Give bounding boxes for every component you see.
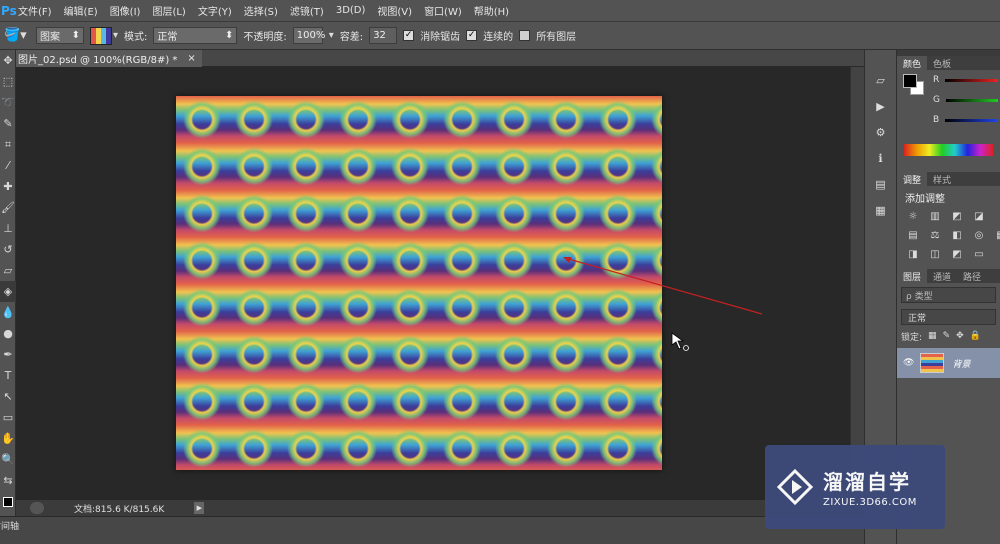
document-size: 文档:815.6 K/815.6K xyxy=(74,504,165,515)
green-channel-label: G xyxy=(933,95,940,105)
tab-styles[interactable]: 样式 xyxy=(927,172,957,186)
history-panel-icon[interactable]: ⏥ xyxy=(870,70,892,90)
levels-icon[interactable]: ▥ xyxy=(925,209,945,223)
adjustments-panel-tabs: 调整 样式 xyxy=(897,172,1000,186)
watermark-title: 溜溜自学 xyxy=(823,470,911,494)
lock-transparent-icon[interactable]: ▦ xyxy=(928,331,937,341)
paragraph-panel-icon[interactable]: ▦ xyxy=(870,200,892,220)
actions-play-icon[interactable]: ▶ xyxy=(870,96,892,116)
timeline-strip: 时间轴 xyxy=(0,516,864,544)
status-bar: 文档:815.6 K/815.6K ▶ xyxy=(16,500,864,516)
blue-channel-label: B xyxy=(933,115,940,125)
watermark-logo: 溜溜自学 ZIXUE.3D66.COM xyxy=(765,445,945,529)
layer-blend-mode-value: 正常 xyxy=(908,313,927,324)
adjustments-title: 添加调整 xyxy=(905,194,945,205)
layers-panel-tabs: 图层 通道 路径 xyxy=(897,269,1000,283)
brightness-icon[interactable]: ☼ xyxy=(903,209,923,223)
color-panel: R G B xyxy=(897,70,1000,136)
layer-blend-mode-select[interactable]: 正常 xyxy=(901,309,996,325)
annotation-arrow xyxy=(564,257,763,315)
lock-image-icon[interactable]: ✎ xyxy=(943,331,951,341)
foreground-background-swatches[interactable] xyxy=(903,74,925,96)
tab-paths[interactable]: 路径 xyxy=(957,269,987,283)
vertical-scrollbar[interactable] xyxy=(850,67,864,500)
layer-filter-value: ρ 类型 xyxy=(906,291,933,302)
status-menu-icon[interactable] xyxy=(30,502,44,514)
lock-position-icon[interactable]: ✥ xyxy=(956,331,964,341)
timeline-label[interactable]: 时间轴 xyxy=(0,519,19,532)
layer-name[interactable]: 背景 xyxy=(952,357,970,370)
lock-row: 锁定: ▦ ✎ ✥ 🔒 xyxy=(897,327,1000,345)
status-arrow-icon[interactable]: ▶ xyxy=(194,502,205,514)
lock-label: 锁定: xyxy=(901,332,923,343)
black-white-icon[interactable]: ◧ xyxy=(947,228,967,242)
color-panel-tabs: 颜色 色板 xyxy=(897,56,1000,70)
curves-icon[interactable]: ◩ xyxy=(947,209,967,223)
watermark-subtitle: ZIXUE.3D66.COM xyxy=(823,497,917,508)
blue-slider[interactable] xyxy=(945,118,998,122)
posterize-icon[interactable]: ◫ xyxy=(925,247,945,261)
adjustment-icons-grid: ☼ ▥ ◩ ◪ ▤ ⚖ ◧ ◎ ▦ ◨ ◫ ◩ ▭ xyxy=(897,205,1000,261)
character-panel-icon[interactable]: ▤ xyxy=(870,174,892,194)
tab-adjustments[interactable]: 调整 xyxy=(897,172,928,186)
red-channel-label: R xyxy=(933,75,940,85)
tab-swatches[interactable]: 色板 xyxy=(927,56,957,70)
eye-icon[interactable]: 👁 xyxy=(903,358,914,368)
gradient-map-icon[interactable]: ▭ xyxy=(969,247,989,261)
color-balance-icon[interactable]: ⚖ xyxy=(925,228,945,242)
color-spectrum-bar[interactable] xyxy=(904,144,993,156)
invert-icon[interactable]: ◨ xyxy=(903,247,923,261)
play-logo-icon xyxy=(776,468,814,506)
green-slider[interactable] xyxy=(945,98,998,102)
exposure-icon[interactable]: ◪ xyxy=(969,209,989,223)
layer-row-background[interactable]: 👁 背景 xyxy=(897,348,1000,378)
properties-panel-icon[interactable]: ⚙ xyxy=(870,122,892,142)
tab-layers[interactable]: 图层 xyxy=(897,269,928,283)
tab-color[interactable]: 颜色 xyxy=(897,56,928,70)
tab-channels[interactable]: 通道 xyxy=(927,269,957,283)
paint-bucket-cursor-icon xyxy=(671,332,689,351)
red-slider[interactable] xyxy=(945,78,998,82)
layer-filter-select[interactable]: ρ 类型 xyxy=(901,287,996,303)
photo-filter-icon[interactable]: ◎ xyxy=(969,228,989,242)
blue-channel-row: B xyxy=(897,110,1000,130)
foreground-color-swatch[interactable] xyxy=(903,74,917,88)
vibrance-icon[interactable]: ▤ xyxy=(903,228,923,242)
lock-all-icon[interactable]: 🔒 xyxy=(970,331,981,341)
layer-thumbnail xyxy=(920,353,945,373)
channel-mixer-icon[interactable]: ▦ xyxy=(991,228,1000,242)
info-panel-icon[interactable]: ℹ xyxy=(870,148,892,168)
threshold-icon[interactable]: ◩ xyxy=(947,247,967,261)
